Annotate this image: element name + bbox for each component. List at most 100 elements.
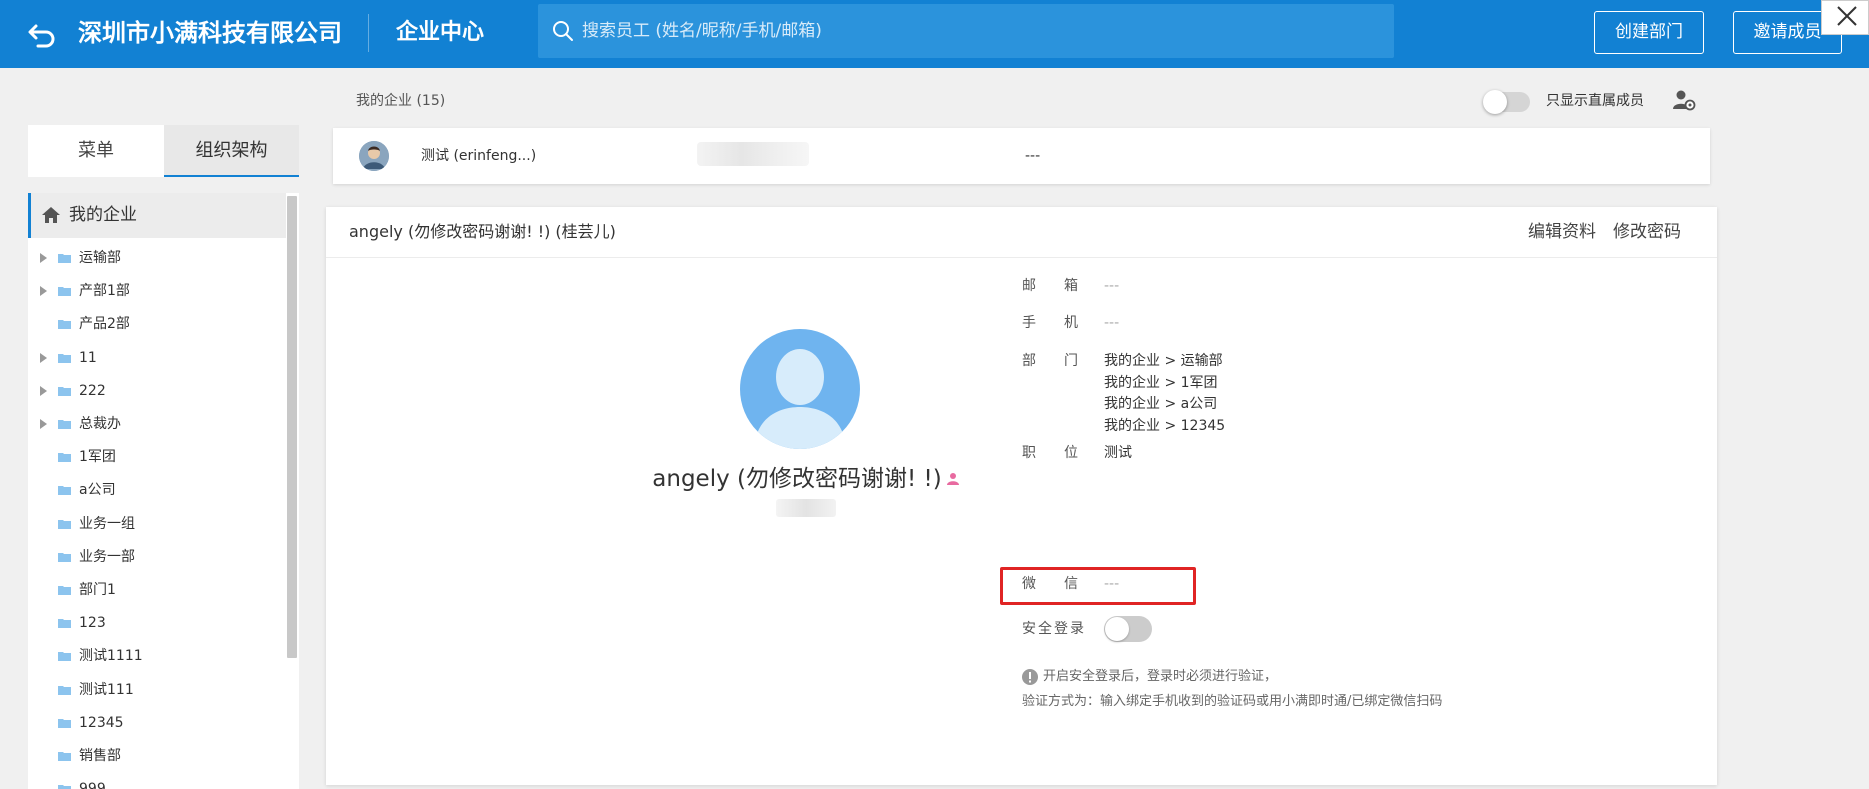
tree-scrollbar[interactable] — [287, 196, 297, 658]
home-icon — [42, 207, 60, 223]
tree-root-my-company[interactable]: 我的企业 — [28, 193, 286, 238]
tree-item-label: 业务一组 — [79, 515, 135, 532]
tree-item[interactable]: 部门1 — [28, 574, 286, 607]
folder-icon — [58, 420, 71, 429]
tree-item[interactable]: a公司 — [28, 474, 286, 507]
edit-profile-link[interactable]: 编辑资料 — [1528, 207, 1596, 257]
default-avatar-icon — [740, 329, 860, 449]
my-company-count: 我的企业 (15) — [356, 93, 446, 109]
tree-item[interactable]: 产部1部 — [28, 275, 286, 308]
folder-icon — [58, 254, 71, 263]
email-value: --- — [1104, 278, 1120, 294]
folder-icon — [58, 519, 71, 529]
member-row[interactable]: 测试 (erinfeng...) --- — [333, 128, 1710, 184]
phone-value: --- — [1104, 315, 1120, 331]
tree-item[interactable]: 222 — [28, 375, 286, 408]
tree-item-label: 总裁办 — [79, 416, 121, 432]
tree-item-label: 1军团 — [79, 449, 116, 466]
position-value: 测试 — [1104, 445, 1132, 461]
department-path: 我的企业 > 运输部 — [1104, 353, 1223, 369]
org-tree: 我的企业 运输部产部1部产品2部 11 222 总裁办 1军团 a公司业务一组业务一部部门… — [28, 193, 299, 789]
detail-title: angely (勿修改密码谢谢! !) (桂芸儿) — [349, 222, 616, 241]
tab-org-structure[interactable]: 组织架构 — [164, 125, 299, 177]
employee-search[interactable] — [538, 4, 1394, 58]
folder-icon — [58, 486, 71, 496]
tree-item-label: 12345 — [79, 714, 124, 731]
folder-icon — [58, 619, 71, 629]
tree-root-label: 我的企业 — [69, 205, 137, 225]
blurred-contact — [697, 142, 809, 166]
tree-item[interactable]: 测试1111 — [28, 640, 286, 673]
direct-members-label: 只显示直属成员 — [1546, 93, 1644, 109]
email-label: 邮 箱 — [1022, 278, 1078, 294]
folder-icon — [58, 320, 71, 330]
company-name: 深圳市小满科技有限公司 — [78, 19, 342, 47]
folder-icon — [58, 752, 71, 761]
create-department-button[interactable]: 创建部门 — [1594, 11, 1704, 54]
folder-icon — [58, 453, 71, 463]
folder-icon — [58, 287, 71, 297]
secure-login-label: 安全登录 — [1022, 621, 1086, 637]
department-label: 部 门 — [1022, 353, 1078, 369]
member-display-name: angely (勿修改密码谢谢! !) — [586, 462, 1026, 496]
folder-icon — [58, 652, 71, 662]
tree-item-label: 业务一部 — [79, 548, 135, 565]
header-divider — [368, 14, 369, 52]
top-bar: 深圳市小满科技有限公司 企业中心 创建部门 邀请成员 — [0, 0, 1869, 68]
member-name: 测试 (erinfeng...) — [421, 148, 537, 164]
department-path: 我的企业 > a公司 — [1104, 396, 1218, 412]
tree-item[interactable]: 12345 — [28, 707, 286, 740]
tree-item-label: 222 — [79, 382, 106, 399]
tree-item[interactable]: 业务一组 — [28, 508, 286, 541]
secure-login-toggle[interactable] — [1104, 616, 1152, 642]
folder-icon — [58, 685, 71, 695]
folder-icon — [58, 353, 71, 363]
tree-item-label: 测试111 — [79, 681, 134, 698]
expand-triangle-icon[interactable] — [40, 385, 47, 396]
change-password-link[interactable]: 修改密码 — [1613, 207, 1681, 257]
info-icon — [1022, 669, 1038, 685]
folder-icon — [58, 785, 71, 789]
tree-item[interactable]: 运输部 — [28, 242, 286, 275]
expand-triangle-icon[interactable] — [40, 352, 47, 363]
tree-item-label: a公司 — [79, 482, 116, 499]
tree-item-label: 999 — [79, 773, 106, 789]
tree-item[interactable]: 总裁办 — [28, 408, 286, 441]
tree-item[interactable]: 1军团 — [28, 441, 286, 474]
department-path: 我的企业 > 12345 — [1104, 417, 1226, 434]
expand-triangle-icon[interactable] — [40, 253, 47, 263]
secure-login-note-2: 验证方式为：输入绑定手机收到的验证码或用小满即时通/已绑定微信扫码 — [1022, 694, 1443, 709]
member-dept: --- — [1025, 148, 1041, 164]
search-icon — [553, 21, 573, 41]
card-divider — [326, 257, 1717, 258]
person-icon — [946, 473, 959, 485]
toggle-knob — [1483, 90, 1507, 114]
tree-item[interactable]: 测试111 — [28, 674, 286, 707]
tree-item[interactable]: 11 — [28, 342, 286, 375]
expand-triangle-icon[interactable] — [40, 286, 47, 297]
member-avatar — [359, 141, 389, 171]
tree-item[interactable]: 业务一部 — [28, 541, 286, 574]
close-icon — [1837, 6, 1857, 26]
tree-item-label: 销售部 — [79, 748, 121, 764]
employee-search-input[interactable] — [582, 12, 1362, 50]
tree-item[interactable]: 产品2部 — [28, 308, 286, 341]
expand-triangle-icon[interactable] — [40, 419, 47, 429]
tree-item[interactable]: 销售部 — [28, 740, 286, 773]
folder-icon — [58, 718, 71, 728]
tab-menu[interactable]: 菜单 — [28, 125, 164, 177]
direct-members-toggle[interactable] — [1483, 90, 1530, 114]
close-button[interactable] — [1821, 0, 1869, 35]
folder-icon — [58, 552, 71, 562]
back-arrow-icon[interactable] — [26, 18, 60, 50]
phone-label: 手 机 — [1022, 315, 1078, 331]
tree-item-label: 产品2部 — [79, 316, 130, 333]
tree-item[interactable]: 999 — [28, 773, 286, 789]
tree-item-label: 运输部 — [79, 250, 121, 266]
tree-item-label: 11 — [79, 349, 97, 366]
secure-login-note-1: 开启安全登录后，登录时必须进行验证， — [1043, 669, 1278, 684]
folder-icon — [58, 386, 71, 396]
tree-item[interactable]: 123 — [28, 607, 286, 640]
tree-item-label: 123 — [79, 615, 106, 632]
user-settings-icon[interactable] — [1672, 88, 1696, 112]
